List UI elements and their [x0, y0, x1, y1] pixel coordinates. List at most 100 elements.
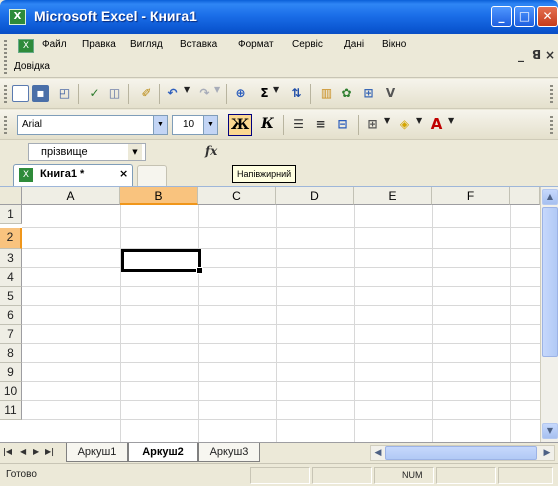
toolbar-options-icon[interactable] — [550, 85, 553, 103]
new-icon[interactable] — [12, 85, 29, 102]
sheet-tab-3[interactable]: Аркуш3 — [198, 443, 260, 462]
maximize-button[interactable]: □ — [514, 6, 535, 27]
prev-sheet-icon[interactable]: ◀ — [20, 447, 26, 456]
row-header-1[interactable]: 1 — [0, 205, 22, 224]
align-center-icon[interactable]: ≡ — [312, 116, 329, 133]
align-left-icon[interactable]: ☰ — [290, 116, 307, 133]
row-header-6[interactable]: 6 — [0, 306, 22, 325]
menu-window[interactable]: Вікно — [382, 39, 406, 50]
scroll-right-icon[interactable]: ▶ — [540, 446, 554, 460]
title-bar[interactable]: X Microsoft Excel - Книга1 _ □ ✕ — [0, 0, 558, 34]
font-name-field[interactable]: Arial ▼ — [17, 115, 168, 135]
row-header-10[interactable]: 10 — [0, 382, 22, 401]
row-header-8[interactable]: 8 — [0, 344, 22, 363]
workbook-icon[interactable]: X — [18, 39, 34, 53]
column-header-d[interactable]: D — [276, 187, 354, 205]
row-header-7[interactable]: 7 — [0, 325, 22, 344]
save-icon[interactable]: ▪ — [32, 85, 49, 102]
workbook-tab[interactable]: X Книга1 * × — [13, 164, 133, 186]
row-header-5[interactable]: 5 — [0, 287, 22, 306]
size-dropdown-icon[interactable]: ▼ — [203, 116, 217, 134]
horizontal-scrollbar[interactable]: ◀ ▶ — [370, 445, 555, 461]
toolbar-grip[interactable] — [4, 40, 7, 74]
name-box-dropdown-icon[interactable]: ▼ — [128, 144, 142, 160]
new-workbook-tab[interactable] — [137, 165, 167, 186]
font-size-field[interactable]: 10 ▼ — [172, 115, 218, 135]
row-header-4[interactable]: 4 — [0, 268, 22, 287]
row-header-9[interactable]: 9 — [0, 363, 22, 382]
bold-button[interactable]: Ж — [228, 114, 252, 136]
column-header-g[interactable] — [510, 187, 540, 205]
font-color-icon[interactable]: A — [428, 116, 445, 133]
redo-icon[interactable]: ↷ — [196, 85, 213, 102]
horizontal-scroll-thumb[interactable] — [385, 446, 537, 460]
scroll-up-icon[interactable]: ▲ — [542, 189, 558, 205]
menu-file[interactable]: Файл — [42, 39, 67, 50]
font-color-dropdown-icon[interactable]: ▼ — [448, 116, 454, 125]
last-sheet-icon[interactable]: ▶| — [45, 447, 54, 456]
doc-close-button[interactable]: × — [545, 48, 555, 62]
borders-dropdown-icon[interactable]: ▼ — [384, 116, 390, 125]
menu-tools[interactable]: Сервіс — [292, 39, 323, 50]
excel-icon[interactable]: X — [9, 9, 26, 25]
vertical-scroll-thumb[interactable] — [542, 207, 558, 357]
fx-icon[interactable]: fx — [205, 144, 217, 158]
scroll-down-icon[interactable]: ▼ — [542, 423, 558, 439]
menu-data[interactable]: Дані — [344, 39, 364, 50]
font-dropdown-icon[interactable]: ▼ — [153, 116, 167, 134]
hyperlink-icon[interactable]: ⊕ — [232, 85, 249, 102]
toolbar-grip[interactable] — [4, 116, 7, 134]
autosum-icon[interactable]: Σ — [256, 85, 273, 102]
name-box-value: прізвище — [41, 146, 88, 158]
status-bar: Готово NUM — [0, 463, 558, 486]
doc-minimize-button[interactable]: _ — [518, 48, 524, 62]
sheet-tab-2[interactable]: Аркуш2 — [128, 443, 198, 462]
column-header-e[interactable]: E — [354, 187, 432, 205]
close-button[interactable]: ✕ — [537, 6, 558, 27]
fill-dropdown-icon[interactable]: ▼ — [416, 116, 422, 125]
vertical-scrollbar[interactable]: ▲ ▼ — [540, 187, 558, 442]
merge-center-icon[interactable]: ⊟ — [334, 116, 351, 133]
column-header-a[interactable]: A — [22, 187, 120, 205]
next-sheet-icon[interactable]: ▶ — [33, 447, 39, 456]
select-all-corner[interactable] — [0, 187, 22, 205]
minimize-button[interactable]: _ — [491, 6, 512, 27]
column-header-f[interactable]: F — [432, 187, 510, 205]
spelling-icon[interactable]: ✓ — [86, 85, 103, 102]
print-preview-icon[interactable]: ◰ — [56, 85, 73, 102]
workbook-tab-close-icon[interactable]: × — [119, 167, 128, 180]
sort-ascending-icon[interactable]: ⇅ — [288, 85, 305, 102]
undo-icon[interactable]: ↶ — [164, 85, 181, 102]
row-header-2[interactable]: 2 — [0, 228, 22, 249]
menu-format[interactable]: Формат — [238, 39, 274, 50]
toolbar-grip[interactable] — [4, 85, 7, 103]
row-header-3[interactable]: 3 — [0, 249, 22, 268]
worksheet-grid[interactable]: A B C D E F 1 2 3 4 5 6 7 8 9 10 11 ▲ ▼ — [0, 187, 558, 442]
gridline — [22, 419, 540, 420]
row-header-11[interactable]: 11 — [0, 401, 22, 420]
scroll-left-icon[interactable]: ◀ — [371, 446, 385, 460]
drawing-icon[interactable]: ✿ — [338, 85, 355, 102]
format-painter-icon[interactable]: ✐ — [138, 85, 155, 102]
help-icon[interactable]: V — [382, 85, 399, 102]
sheet-tab-1[interactable]: Аркуш1 — [66, 443, 128, 462]
toolbar-options-icon[interactable] — [550, 116, 553, 134]
menu-insert[interactable]: Вставка — [180, 39, 217, 50]
menu-edit[interactable]: Правка — [82, 39, 116, 50]
autosum-dropdown-icon[interactable]: ▼ — [273, 85, 279, 94]
column-header-c[interactable]: C — [198, 187, 276, 205]
first-sheet-icon[interactable]: |◀ — [3, 447, 12, 456]
research-icon[interactable]: ◫ — [106, 85, 123, 102]
menu-help[interactable]: Довідка — [14, 61, 50, 72]
zoom-icon[interactable]: ⊞ — [360, 85, 377, 102]
borders-icon[interactable]: ⊞ — [364, 116, 381, 133]
italic-button[interactable]: К — [259, 116, 276, 133]
column-header-b[interactable]: B — [120, 187, 198, 205]
fill-color-icon[interactable]: ◈ — [396, 116, 413, 133]
doc-restore-button[interactable]: ꓭ — [532, 48, 541, 62]
redo-dropdown-icon[interactable]: ▼ — [214, 85, 220, 94]
menu-view[interactable]: Вигляд — [130, 39, 163, 50]
chart-wizard-icon[interactable]: ▥ — [318, 85, 335, 102]
active-cell-b2[interactable] — [121, 249, 203, 274]
undo-dropdown-icon[interactable]: ▼ — [184, 85, 190, 94]
